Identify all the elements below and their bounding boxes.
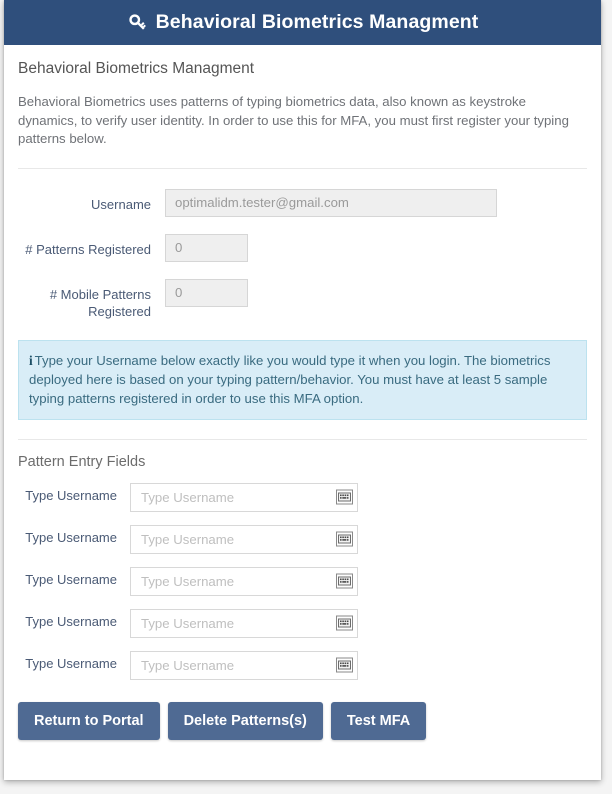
pattern-row-1: Type Username [18,482,587,512]
intro-description: Behavioral Biometrics uses patterns of t… [18,94,569,146]
delete-patterns-button[interactable]: Delete Patterns(s) [167,701,323,740]
pattern-input-1[interactable] [139,488,333,506]
keyboard-icon [338,618,351,628]
pattern-input-4[interactable] [139,614,333,632]
patterns-registered-label: # Patterns Registered [25,241,151,257]
pattern-label-3: Type Username [25,571,117,587]
pattern-label-2: Type Username [25,529,117,545]
pattern-entry-heading: Pattern Entry Fields [18,453,146,470]
key-icon [127,12,149,34]
patterns-registered-field[interactable]: 0 [165,233,248,262]
keyboard-icon-button-4[interactable] [336,615,353,631]
pattern-label-1: Type Username [25,487,117,503]
biometrics-panel: Behavioral Biometrics Managment Behavior… [4,0,601,780]
page-title: Behavioral Biometrics Managment [18,60,255,77]
pattern-input-wrap-5 [130,650,358,680]
panel-body: Behavioral Biometrics Managment Behavior… [4,45,601,758]
keyboard-icon-button-3[interactable] [336,573,353,589]
pattern-row-5: Type Username [18,650,587,680]
pattern-label-5: Type Username [25,655,117,671]
panel-header: Behavioral Biometrics Managment [4,0,601,45]
pattern-input-wrap-1 [130,482,358,512]
keyboard-icon [338,492,351,502]
pattern-label-4: Type Username [25,613,117,629]
form-row-mobile-patterns-registered: # Mobile Patterns Registered 0 [18,278,587,320]
pattern-input-5[interactable] [139,656,333,674]
pattern-input-wrap-4 [130,608,358,638]
pattern-input-wrap-3 [130,566,358,596]
info-icon: i [29,352,33,368]
keyboard-icon-button-2[interactable] [336,531,353,547]
pattern-row-2: Type Username [18,524,587,554]
keyboard-icon-button-1[interactable] [336,489,353,505]
pattern-input-3[interactable] [139,572,333,590]
divider-top [18,167,587,169]
keyboard-icon [338,576,351,586]
mobile-patterns-registered-label: # Mobile Patterns Registered [49,286,151,319]
pattern-row-3: Type Username [18,566,587,596]
pattern-row-4: Type Username [18,608,587,638]
keyboard-icon-button-5[interactable] [336,657,353,673]
info-alert-text: Type your Username below exactly like yo… [29,352,551,406]
return-to-portal-button[interactable]: Return to Portal [18,701,160,740]
mobile-patterns-registered-field[interactable]: 0 [165,278,248,307]
form-row-username: Username optimalidm.tester@gmail.com [18,188,587,217]
keyboard-icon [338,660,351,670]
button-bar: Return to Portal Delete Patterns(s) Test… [18,701,587,758]
keyboard-icon [338,534,351,544]
username-field[interactable]: optimalidm.tester@gmail.com [165,188,497,217]
test-mfa-button[interactable]: Test MFA [330,701,427,740]
pattern-input-wrap-2 [130,524,358,554]
pattern-input-2[interactable] [139,530,333,548]
form-row-patterns-registered: # Patterns Registered 0 [18,233,587,262]
username-label: Username [91,196,151,212]
info-alert: i Type your Username below exactly like y… [18,339,587,420]
panel-title: Behavioral Biometrics Managment [155,11,479,33]
divider-pattern [18,438,587,440]
